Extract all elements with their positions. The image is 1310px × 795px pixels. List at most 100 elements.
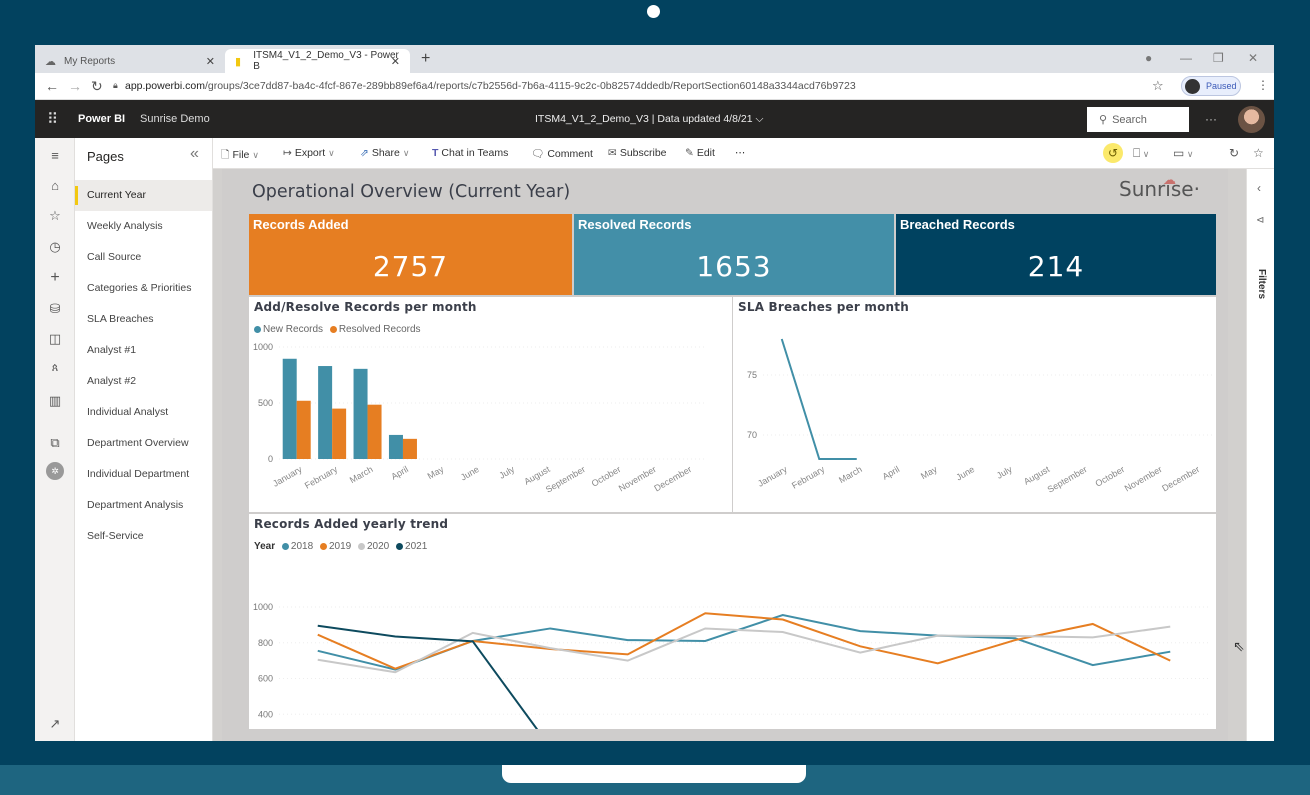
learn-icon[interactable]: ▥ — [35, 393, 75, 409]
page-individual-analyst[interactable]: Individual Analyst — [75, 397, 212, 428]
favorites-icon[interactable]: ☆ — [35, 208, 75, 224]
kpi-resolved-records[interactable]: Resolved Records 1653 — [574, 214, 894, 295]
y-tick-label: 600 — [258, 674, 273, 684]
close-tab-icon[interactable]: ✕ — [206, 55, 215, 68]
browser-menu-icon[interactable]: ⋮ — [1257, 78, 1269, 92]
refresh-icon[interactable]: ↻ — [1229, 146, 1239, 160]
export-menu[interactable]: ↦ Export ∨ — [283, 147, 335, 159]
datasets-icon[interactable]: ⛁ — [35, 301, 75, 317]
teams-icon: T — [432, 147, 439, 159]
profile-avatar — [1185, 79, 1200, 94]
home-icon[interactable]: ⌂ — [35, 178, 75, 193]
page-sla-breaches[interactable]: SLA Breaches — [75, 304, 212, 335]
bar-new-records — [318, 366, 333, 459]
x-tick-label: November — [617, 464, 658, 493]
page-current-year[interactable]: Current Year — [75, 180, 212, 211]
line-chart: 70 75 January February March April May June July… — [747, 338, 1213, 495]
share-label: Share — [371, 147, 400, 159]
restore-icon[interactable]: ❐ — [1213, 51, 1224, 65]
more-options-icon[interactable]: ··· — [1205, 112, 1217, 126]
filters-label: Filters — [1256, 269, 1267, 300]
more-actions-button[interactable]: ⋯ — [735, 147, 746, 159]
x-tick-label: February — [303, 464, 340, 491]
minimize-icon[interactable]: — — [1180, 51, 1192, 65]
page-department-overview[interactable]: Department Overview — [75, 428, 212, 459]
close-window-icon[interactable]: ✕ — [1248, 51, 1258, 65]
page-analyst-1[interactable]: Analyst #1 — [75, 335, 212, 366]
workspaces-icon[interactable]: ⧉ — [35, 435, 75, 451]
reload-icon[interactable]: ↻ — [91, 78, 103, 95]
kpi-breached-records[interactable]: Breached Records 214 — [896, 214, 1216, 295]
url-field[interactable]: app.powerbi.com/groups/3ce7dd87-ba4c-4fc… — [125, 80, 856, 92]
tab-my-reports[interactable]: ☁ My Reports ✕ — [35, 49, 225, 73]
kpi-value: 2757 — [372, 250, 449, 283]
filter-icon: ⊲ — [1256, 215, 1265, 226]
page-self-service[interactable]: Self-Service — [75, 521, 212, 552]
view-icon[interactable]: ▭ ∨ — [1173, 146, 1193, 160]
shared-icon[interactable]: ጰ — [35, 362, 75, 375]
hamburger-icon[interactable]: ≡ — [35, 148, 75, 163]
new-tab-button[interactable]: + — [421, 50, 430, 68]
bookmark-star-icon[interactable]: ☆ — [1152, 78, 1164, 94]
forward-icon[interactable]: → — [68, 78, 82, 94]
workspace-label[interactable]: Sunrise Demo — [140, 113, 210, 125]
apps-icon[interactable]: ◫ — [35, 331, 75, 347]
kpi-records-added[interactable]: Records Added 2757 — [249, 214, 572, 295]
report-title-dropdown[interactable]: ITSM4_V1_2_Demo_V3 | Data updated 4/8/21… — [535, 113, 763, 126]
nav-rail: ≡ ⌂ ☆ ◷ + ⛁ ◫ ጰ ▥ ⧉ ✲ ↗ — [35, 138, 75, 741]
y-tick-label: 800 — [258, 638, 273, 648]
page-weekly-analysis[interactable]: Weekly Analysis — [75, 211, 212, 242]
workspace-avatar-icon[interactable]: ✲ — [46, 462, 64, 480]
url-host: app.powerbi.com — [125, 80, 205, 92]
create-icon[interactable]: + — [35, 269, 75, 287]
add-resolve-chart-card[interactable]: Add/Resolve Records per month New Record… — [249, 297, 732, 512]
file-label: File — [232, 149, 250, 161]
edit-label: Edit — [696, 147, 715, 159]
back-icon[interactable]: ← — [45, 78, 59, 94]
bookmark-icon[interactable]: ⎕ ∨ — [1133, 146, 1149, 161]
x-tick-label: November — [1123, 464, 1164, 493]
extension-icon[interactable]: ● — [1145, 51, 1152, 65]
collapse-pages-icon[interactable]: « — [190, 145, 199, 163]
expand-icon[interactable]: ↗ — [35, 716, 75, 732]
tab-title: ITSM4_V1_2_Demo_V3 - Power B — [253, 50, 399, 72]
brand-label[interactable]: Power BI — [78, 113, 125, 125]
reset-icon[interactable]: ↺ — [1103, 143, 1123, 163]
lock-icon: 🔒︎ — [113, 80, 118, 90]
app-launcher-icon[interactable]: ⠿ — [47, 110, 58, 128]
expand-filters-icon[interactable]: ‹ — [1257, 181, 1261, 195]
page-department-analysis[interactable]: Department Analysis — [75, 490, 212, 521]
page-individual-department[interactable]: Individual Department — [75, 459, 212, 490]
subscribe-button[interactable]: ✉ Subscribe — [608, 147, 667, 159]
powerbi-icon: ▮ — [235, 55, 242, 68]
series-line-2019 — [317, 612, 1171, 670]
page-categories-priorities[interactable]: Categories & Priorities — [75, 273, 212, 304]
sunrise-logo: ☁ Sunrise· — [1119, 173, 1200, 201]
file-menu[interactable]: 🗋︎ File ∨ — [221, 147, 259, 165]
report-title: ITSM4_V1_2_Demo_V3 | Data updated 4/8/21 — [535, 113, 753, 125]
url-path: /groups/3ce7dd87-ba4c-4fcf-867e-289bb89e… — [204, 80, 856, 92]
search-input[interactable]: ⚲ Search — [1087, 107, 1189, 132]
yearly-trend-chart-card[interactable]: Records Added yearly trend Year 2018 201… — [249, 514, 1216, 729]
camera-dot — [647, 5, 660, 18]
export-icon: ↦ — [283, 147, 292, 159]
recent-icon[interactable]: ◷ — [35, 239, 75, 255]
page-call-source[interactable]: Call Source — [75, 242, 212, 273]
laptop-notch — [502, 765, 806, 783]
page-analyst-2[interactable]: Analyst #2 — [75, 366, 212, 397]
x-tick-label: March — [837, 464, 864, 485]
filters-pane[interactable]: ‹ ⊲ Filters — [1246, 169, 1274, 741]
share-menu[interactable]: ⇗ Share ∨ — [360, 147, 409, 159]
chevron-down-icon: ⌵ — [755, 113, 764, 125]
edit-button[interactable]: ✎ Edit — [685, 147, 715, 159]
user-avatar[interactable] — [1238, 106, 1265, 133]
comment-button[interactable]: 🗨︎ Comment — [531, 147, 593, 160]
profile-button[interactable]: Paused — [1181, 76, 1241, 96]
sla-breaches-chart-card[interactable]: SLA Breaches per month 70 75 January Februa… — [733, 297, 1216, 512]
chat-in-teams-button[interactable]: T Chat in Teams — [432, 147, 508, 159]
mouse-cursor: ⇖ — [1233, 638, 1245, 654]
favorite-star-icon[interactable]: ☆ — [1253, 146, 1264, 160]
close-tab-icon[interactable]: ✕ — [391, 55, 400, 68]
bar-new-records — [353, 368, 368, 459]
tab-report[interactable]: ▮ ITSM4_V1_2_Demo_V3 - Power B ✕ — [225, 49, 410, 73]
